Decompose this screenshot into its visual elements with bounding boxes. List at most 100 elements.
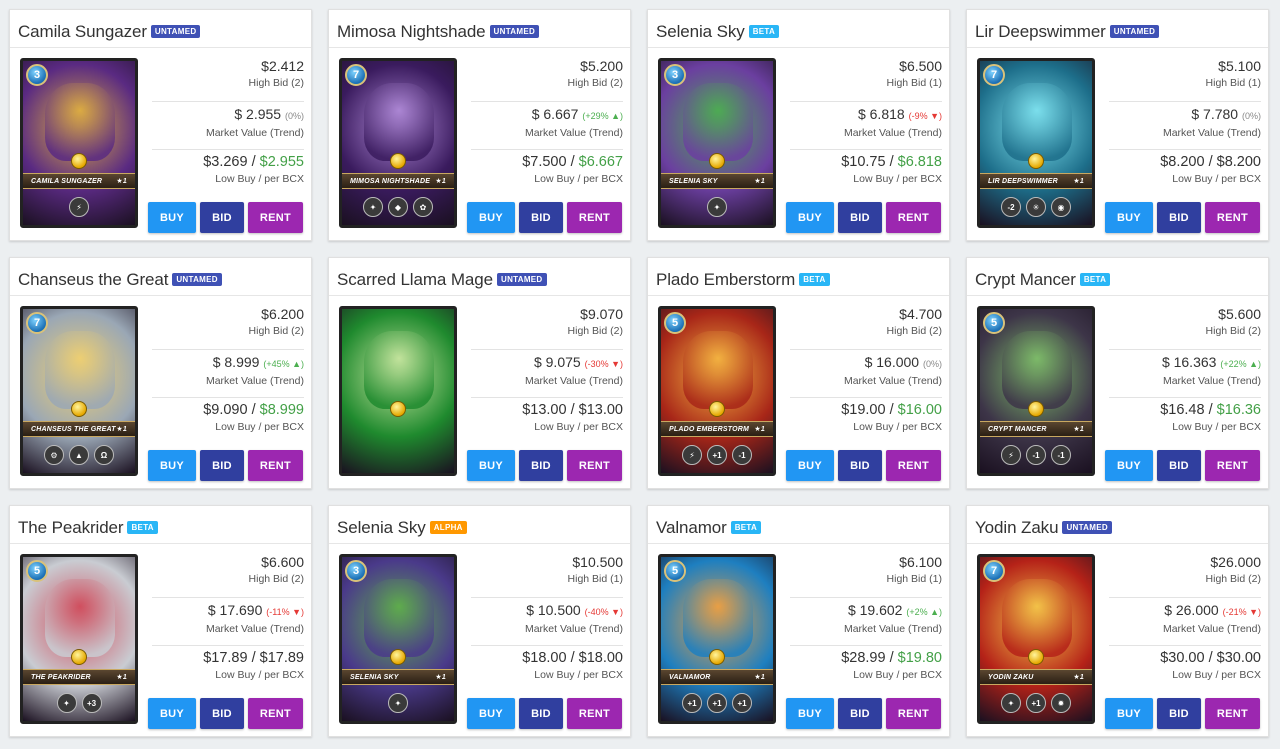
card-image[interactable]: 5 Valnamor ★1 +1 +1 +1 bbox=[658, 554, 776, 724]
bid-button[interactable]: BID bbox=[838, 698, 882, 729]
card-header: Valnamor BETA bbox=[648, 506, 949, 544]
card-name[interactable]: Valnamor bbox=[656, 518, 727, 538]
bid-button[interactable]: BID bbox=[1157, 698, 1201, 729]
card-image[interactable] bbox=[339, 306, 457, 476]
card-image[interactable]: 5 Plado Emberstorm ★1 ⚡ +1 -1 bbox=[658, 306, 776, 476]
mana-cost-icon: 5 bbox=[26, 560, 48, 582]
high-bid-row: $6.500 High Bid (1) bbox=[790, 54, 942, 102]
card-image[interactable]: 5 Crypt Mancer ★1 ⚡ -1 -1 bbox=[977, 306, 1095, 476]
buy-button[interactable]: BUY bbox=[786, 450, 834, 481]
bid-button[interactable]: BID bbox=[838, 450, 882, 481]
market-value-label: Market Value (Trend) bbox=[524, 623, 623, 635]
bid-button[interactable]: BID bbox=[519, 450, 563, 481]
rent-button[interactable]: RENT bbox=[248, 450, 303, 481]
buy-button[interactable]: BUY bbox=[1105, 450, 1153, 481]
rent-button[interactable]: RENT bbox=[567, 202, 622, 233]
bid-button[interactable]: BID bbox=[1157, 450, 1201, 481]
per-bcx-amount: $13.00 bbox=[578, 402, 623, 418]
per-bcx-amount: $2.955 bbox=[259, 154, 304, 170]
card-level: ★1 bbox=[1073, 674, 1084, 681]
card-image[interactable]: 3 Camila Sungazer ★1 ⚡ bbox=[20, 58, 138, 228]
card-name[interactable]: The Peakrider bbox=[18, 518, 124, 538]
bid-button[interactable]: BID bbox=[838, 202, 882, 233]
market-value: $ 7.780 (0%) bbox=[1109, 105, 1261, 125]
market-value: $ 8.999 (+45% ▲) bbox=[152, 353, 304, 373]
high-bid-value: $6.200 bbox=[261, 306, 304, 322]
card-name[interactable]: Lir Deepswimmer bbox=[975, 22, 1106, 42]
market-trend: (+29% ▲) bbox=[582, 111, 623, 121]
mana-cost-icon: 3 bbox=[345, 560, 367, 582]
card-banner-name: Valnamor bbox=[669, 673, 711, 681]
buy-button[interactable]: BUY bbox=[1105, 698, 1153, 729]
buy-button[interactable]: BUY bbox=[1105, 202, 1153, 233]
card-image[interactable]: 3 Selenia Sky ★1 ✦ bbox=[658, 58, 776, 228]
rent-button[interactable]: RENT bbox=[1205, 450, 1260, 481]
card-name[interactable]: Yodin Zaku bbox=[975, 518, 1059, 538]
buy-button[interactable]: BUY bbox=[786, 202, 834, 233]
low-buy-amount: $17.89 bbox=[203, 650, 248, 666]
card-name[interactable]: Scarred Llama Mage bbox=[337, 270, 493, 290]
card-art-figure bbox=[364, 83, 434, 161]
card-name[interactable]: Selenia Sky bbox=[337, 518, 426, 538]
card-image[interactable]: 7 Mimosa Nightshade ★1 ✦ ◆ ✿ bbox=[339, 58, 457, 228]
rent-button[interactable]: RENT bbox=[1205, 698, 1260, 729]
low-buy-row: $8.200 / $8.200 Low Buy / per BCX bbox=[1109, 150, 1261, 198]
high-bid-label: High Bid (2) bbox=[1205, 573, 1261, 585]
market-trend: (0%) bbox=[922, 359, 942, 369]
buy-button[interactable]: BUY bbox=[148, 450, 196, 481]
per-bcx-amount: $18.00 bbox=[578, 650, 623, 666]
edition-badge: BETA bbox=[748, 24, 780, 38]
edition-badge: UNTAMED bbox=[150, 24, 201, 38]
bid-button[interactable]: BID bbox=[1157, 202, 1201, 233]
card-image[interactable]: 7 Lir Deepswimmer ★1 -2 ✳ ◉ bbox=[977, 58, 1095, 228]
card-image[interactable]: 5 The Peakrider ★1 ✦ +3 bbox=[20, 554, 138, 724]
market-card: Selenia Sky BETA 3 Selenia Sky ★1 ✦ $6.5… bbox=[647, 9, 950, 241]
market-value-row: $ 16.363 (+22% ▲) Market Value (Trend) bbox=[1109, 350, 1261, 398]
price-separator: / bbox=[251, 650, 260, 666]
card-name[interactable]: Plado Emberstorm bbox=[656, 270, 795, 290]
market-trend: (+22% ▲) bbox=[1220, 359, 1261, 369]
market-trend: (-9% ▼) bbox=[908, 111, 942, 121]
card-name[interactable]: Camila Sungazer bbox=[18, 22, 147, 42]
buy-button[interactable]: BUY bbox=[148, 202, 196, 233]
buy-button[interactable]: BUY bbox=[786, 698, 834, 729]
rent-button[interactable]: RENT bbox=[886, 450, 941, 481]
card-level: ★1 bbox=[754, 426, 765, 433]
mana-cost-icon: 5 bbox=[983, 312, 1005, 334]
card-image[interactable]: 7 Chanseus the Great ★1 ⚙ ▲ Ω bbox=[20, 306, 138, 476]
buy-button[interactable]: BUY bbox=[467, 450, 515, 481]
buy-button[interactable]: BUY bbox=[148, 698, 196, 729]
bid-button[interactable]: BID bbox=[519, 202, 563, 233]
buy-button[interactable]: BUY bbox=[467, 698, 515, 729]
price-separator: / bbox=[1208, 154, 1217, 170]
card-name[interactable]: Mimosa Nightshade bbox=[337, 22, 486, 42]
rent-button[interactable]: RENT bbox=[567, 450, 622, 481]
rent-button[interactable]: RENT bbox=[886, 202, 941, 233]
rarity-gem-icon bbox=[390, 153, 406, 169]
card-name[interactable]: Selenia Sky bbox=[656, 22, 745, 42]
rent-button[interactable]: RENT bbox=[248, 202, 303, 233]
card-image[interactable]: 7 Yodin Zaku ★1 ✦ +1 ✹ bbox=[977, 554, 1095, 724]
high-bid-row: $6.200 High Bid (2) bbox=[152, 302, 304, 350]
price-info: $6.100 High Bid (1) $ 19.602 (+2% ▲) Mar… bbox=[790, 550, 942, 694]
bid-button[interactable]: BID bbox=[200, 450, 244, 481]
bid-button[interactable]: BID bbox=[519, 698, 563, 729]
rarity-gem-icon bbox=[71, 401, 87, 417]
price-separator: / bbox=[570, 402, 579, 418]
card-image[interactable]: 3 Selenia Sky ★1 ✦ bbox=[339, 554, 457, 724]
rent-button[interactable]: RENT bbox=[886, 698, 941, 729]
bid-button[interactable]: BID bbox=[200, 202, 244, 233]
card-actions: BUY BID RENT bbox=[1105, 450, 1260, 481]
rent-button[interactable]: RENT bbox=[567, 698, 622, 729]
card-name[interactable]: Crypt Mancer bbox=[975, 270, 1076, 290]
market-value-label: Market Value (Trend) bbox=[205, 623, 304, 635]
rent-button[interactable]: RENT bbox=[248, 698, 303, 729]
card-name[interactable]: Chanseus the Great bbox=[18, 270, 168, 290]
market-value-label: Market Value (Trend) bbox=[524, 127, 623, 139]
bid-button[interactable]: BID bbox=[200, 698, 244, 729]
edition-badge: BETA bbox=[127, 520, 158, 534]
buy-button[interactable]: BUY bbox=[467, 202, 515, 233]
rent-button[interactable]: RENT bbox=[1205, 202, 1260, 233]
card-actions: BUY BID RENT bbox=[1105, 698, 1260, 729]
market-value-row: $ 2.955 (0%) Market Value (Trend) bbox=[152, 102, 304, 150]
